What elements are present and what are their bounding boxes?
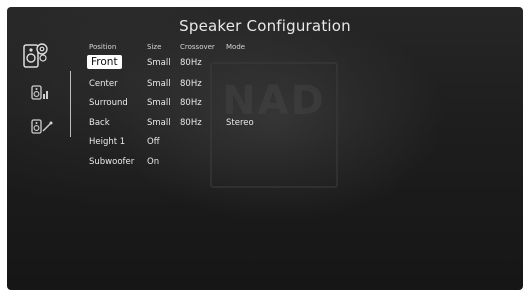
- column-header-position: Position: [89, 43, 117, 51]
- sidebar-item-speaker-distance[interactable]: [31, 119, 71, 143]
- row-mode[interactable]: Stereo: [226, 118, 254, 128]
- row-position-subwoofer[interactable]: Subwoofer: [89, 157, 134, 167]
- tv-screen: NAD Speaker Configuration Position Size …: [7, 7, 523, 290]
- row-crossover[interactable]: 80Hz: [180, 118, 202, 128]
- column-header-mode: Mode: [226, 43, 246, 51]
- row-position-center[interactable]: Center: [89, 79, 118, 89]
- row-crossover[interactable]: 80Hz: [180, 79, 202, 89]
- page-title: Speaker Configuration: [179, 17, 351, 35]
- row-crossover[interactable]: 80Hz: [180, 98, 202, 108]
- row-size[interactable]: Small: [147, 79, 171, 89]
- speakers-gear-icon: [23, 43, 48, 68]
- row-size[interactable]: Small: [147, 98, 171, 108]
- row-position-back[interactable]: Back: [89, 118, 110, 128]
- row-crossover[interactable]: 80Hz: [180, 58, 202, 68]
- speaker-distance-icon: [31, 119, 53, 134]
- row-size[interactable]: On: [147, 157, 159, 167]
- row-position-height-1[interactable]: Height 1: [89, 137, 125, 147]
- sidebar-item-speaker-configuration[interactable]: [23, 42, 63, 68]
- row-position-surround[interactable]: Surround: [89, 98, 128, 108]
- row-size[interactable]: Off: [147, 137, 160, 147]
- column-header-size: Size: [147, 43, 162, 51]
- row-position-front[interactable]: Front: [87, 55, 122, 69]
- speaker-levels-icon: [31, 85, 48, 100]
- column-header-crossover: Crossover: [180, 43, 215, 51]
- row-size[interactable]: Small: [147, 118, 171, 128]
- sidebar-divider: [70, 71, 71, 137]
- sidebar-item-speaker-levels[interactable]: [31, 85, 71, 109]
- row-size[interactable]: Small: [147, 58, 171, 68]
